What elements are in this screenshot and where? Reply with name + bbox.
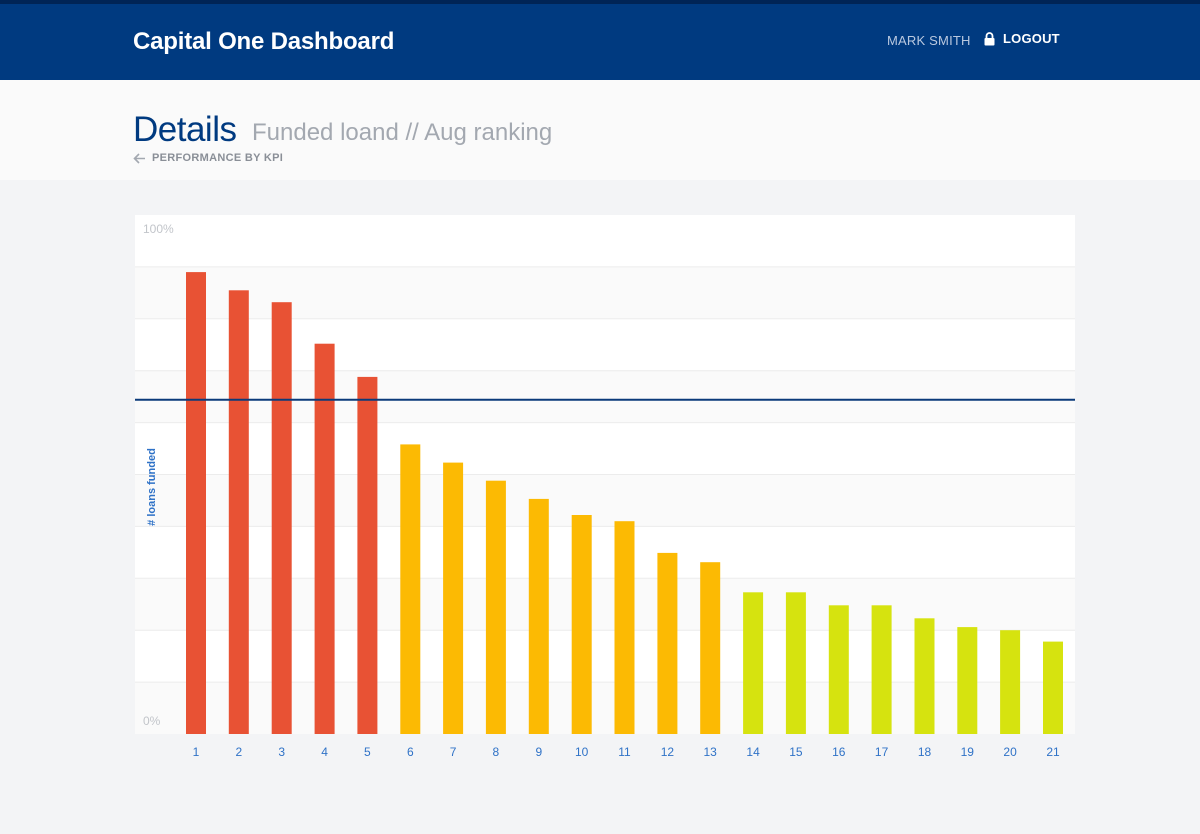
bar-7 [443,462,464,734]
bar-5 [357,376,378,734]
bar-8 [485,480,506,734]
bar-1 [186,272,206,734]
bar-15 [785,592,806,734]
bar-21 [1043,641,1063,734]
bar-14 [743,592,764,734]
bar-17 [871,605,892,734]
user-name: MARK SMITH [887,33,971,48]
bar-9 [528,498,549,734]
bar-10 [571,515,592,734]
lock-icon [984,31,995,46]
bar-11 [614,521,635,734]
bar-20 [1000,630,1021,734]
breadcrumb-label: PERFORMANCE BY KPI [152,152,284,164]
bar-19 [957,627,978,734]
x-tick-label: 20 [1003,745,1017,759]
arrow-left-icon [133,152,146,164]
x-tick-label: 15 [789,745,803,759]
x-tick-label: 19 [960,745,974,759]
x-tick-label: 7 [449,745,457,759]
x-tick-label: 4 [321,745,328,759]
x-tick-label: 14 [746,745,760,759]
y-tick-label-top: 100% [143,222,174,236]
logout-button[interactable]: LOGOUT [984,31,1060,46]
bar-6 [400,444,421,734]
x-tick-label: 17 [874,745,889,759]
chart-card: 100% 0% # loans funded [135,215,1075,734]
app-title[interactable]: Capital One Dashboard [133,28,394,56]
bar-2 [228,290,249,734]
x-tick-label: 16 [832,745,846,759]
bar-16 [828,605,849,734]
bar-3 [271,302,292,734]
logout-label: LOGOUT [1003,31,1060,46]
breadcrumb-back-link[interactable]: PERFORMANCE BY KPI [133,152,283,164]
bar-18 [914,618,935,734]
y-tick-label-bottom: 0% [143,714,161,728]
x-tick-label: 8 [492,745,500,759]
page-title: Details [133,110,237,149]
bar-4 [314,343,335,734]
bar-13 [700,562,721,734]
y-axis-label: # loans funded [146,448,158,526]
x-tick-label: 18 [917,745,932,759]
bar-12 [657,552,678,734]
page-subtitle: Funded loand // Aug ranking [252,119,553,146]
x-tick-label: 1 [192,745,200,759]
x-tick-label: 6 [406,745,414,759]
x-tick-label: 12 [660,745,675,759]
x-tick-label: 2 [235,745,243,759]
x-tick-label: 21 [1046,745,1060,759]
bar-chart: 100% 0% # loans funded [135,222,1075,734]
x-tick-label: 5 [364,745,371,759]
top-navbar: Capital One Dashboard MARK SMITH LOGOUT [0,0,1200,80]
x-tick-label: 3 [278,745,286,759]
x-tick-label: 11 [618,745,631,759]
x-tick-label: 13 [703,745,717,759]
x-axis: 1 2 3 4 5 6 7 8 9 10 11 12 13 14 15 16 17 18 19 20 21 [135,745,1075,765]
x-tick-label: 10 [575,745,589,759]
x-tick-label: 9 [535,745,543,759]
